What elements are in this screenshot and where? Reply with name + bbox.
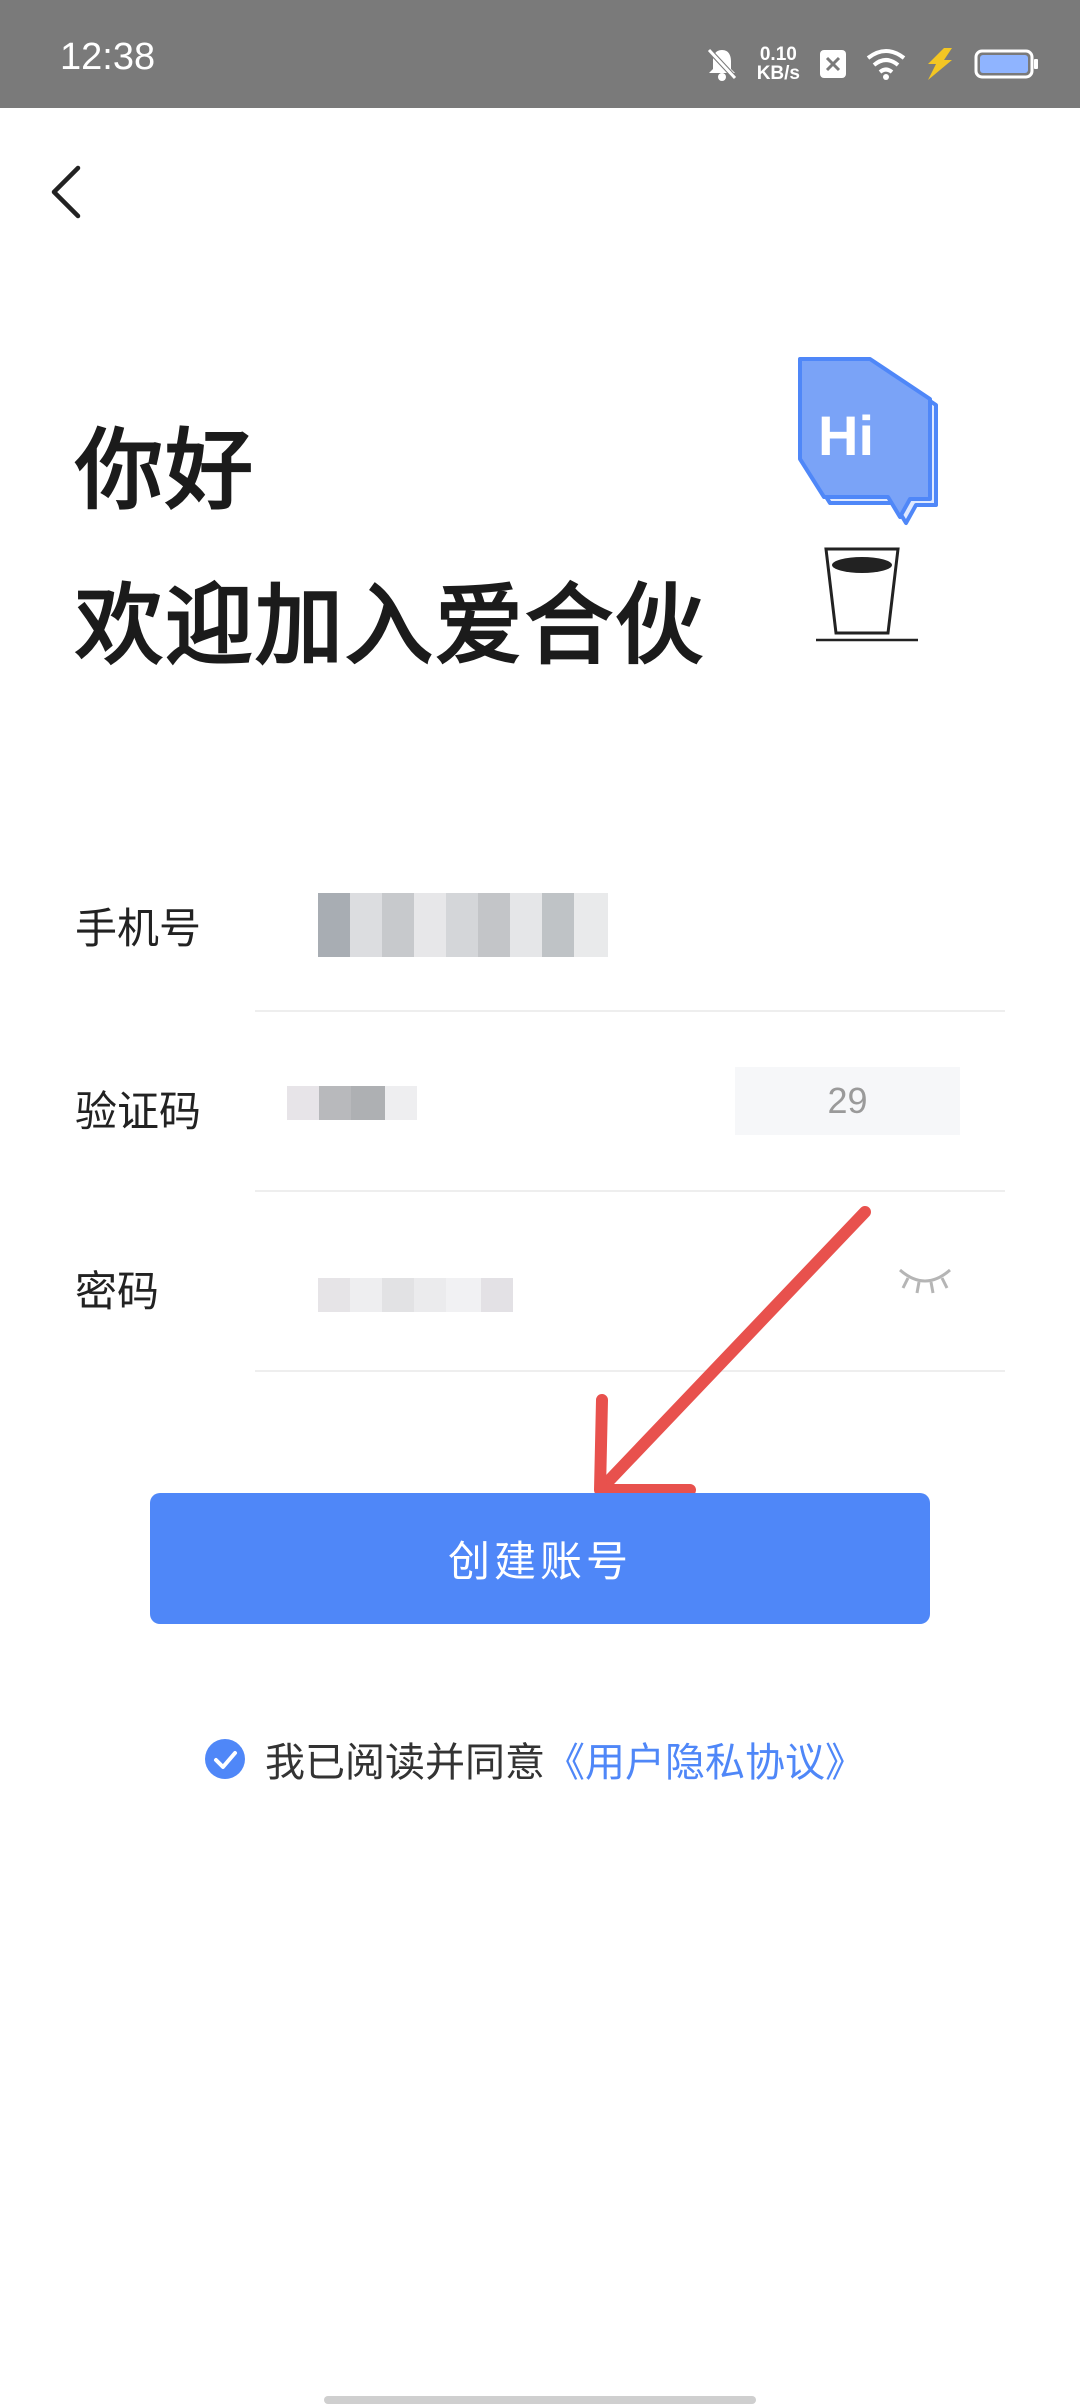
phone-divider	[255, 1010, 1005, 1012]
check-icon	[214, 1751, 237, 1769]
agreement-row: 我已阅读并同意 《用户隐私协议》	[205, 1730, 865, 1788]
verification-code-input[interactable]	[287, 1086, 417, 1120]
net-speed-value: 0.10	[759, 44, 797, 65]
agreement-text: 我已阅读并同意	[265, 1740, 545, 1786]
home-indicator[interactable]	[324, 2396, 756, 2404]
phone-label: 手机号	[75, 904, 202, 953]
network-speed: 0.10 KB/s	[757, 45, 800, 83]
code-divider	[255, 1190, 1005, 1192]
hi-bubble-cup-illustration: Hi	[798, 357, 938, 642]
greeting-title: 你好	[75, 419, 256, 522]
charging-bolt-icon	[928, 48, 952, 80]
notification-x-icon	[820, 50, 846, 78]
status-bar: 12:38 0.10 KB/s	[0, 0, 1080, 108]
create-account-button[interactable]: 创建账号	[150, 1493, 930, 1624]
verification-code-label: 验证码	[75, 1087, 202, 1136]
phone-input[interactable]	[318, 893, 608, 957]
status-icons: 0.10 KB/s	[705, 40, 1040, 88]
net-speed-unit: KB/s	[756, 63, 800, 84]
back-arrow-icon[interactable]	[44, 162, 96, 222]
battery-icon	[974, 49, 1038, 79]
mute-bell-icon	[706, 48, 737, 81]
welcome-title: 欢迎加入爱合伙	[75, 574, 706, 677]
hi-text: Hi	[818, 404, 874, 467]
password-input[interactable]	[318, 1278, 513, 1312]
annotation-arrow	[594, 1206, 871, 1496]
agreement-checkbox[interactable]	[205, 1739, 245, 1779]
resend-code-countdown[interactable]: 29	[735, 1067, 960, 1135]
password-label: 密码	[75, 1267, 160, 1316]
privacy-policy-link[interactable]: 《用户隐私协议》	[545, 1730, 865, 1788]
wifi-icon	[866, 49, 906, 80]
status-time: 12:38	[60, 36, 156, 78]
eye-closed-icon[interactable]	[896, 1262, 954, 1298]
